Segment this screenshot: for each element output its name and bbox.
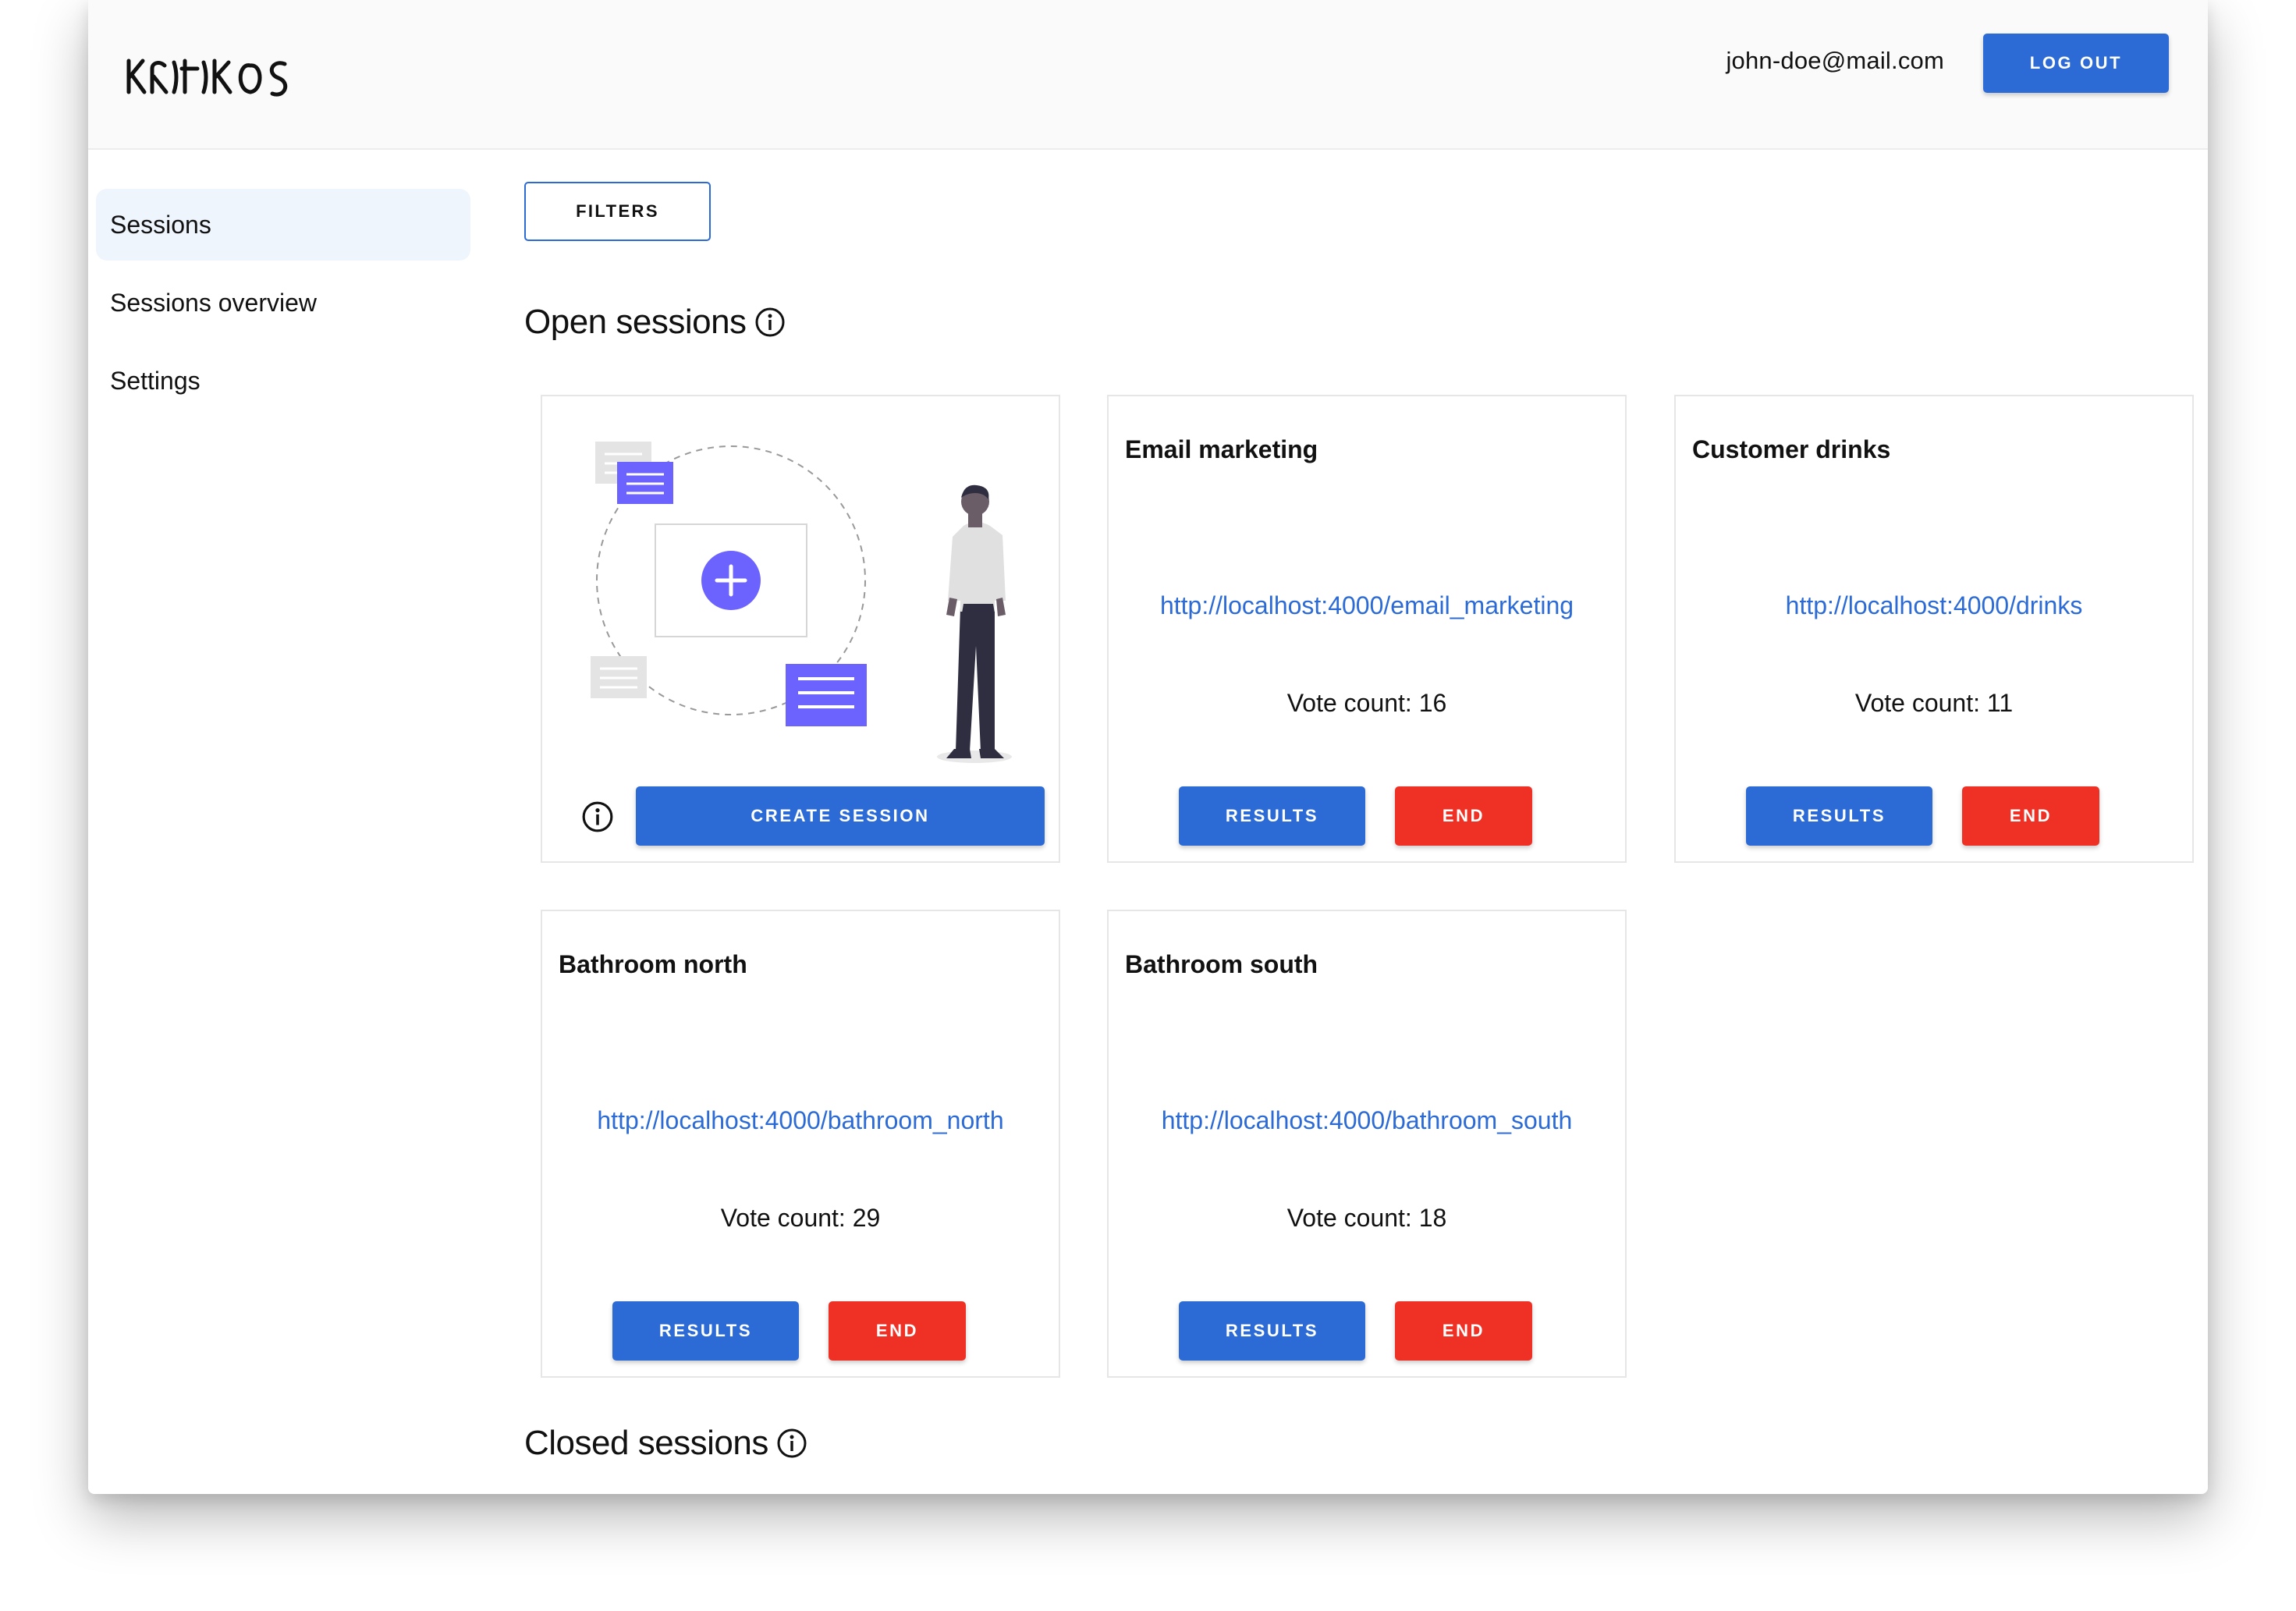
- session-card: Email marketing http://localhost:4000/em…: [1107, 395, 1627, 863]
- logout-button[interactable]: LOG OUT: [1983, 34, 2169, 93]
- end-button[interactable]: END: [1962, 786, 2099, 846]
- session-title: Email marketing: [1125, 435, 1318, 463]
- sidebar-item-settings[interactable]: Settings: [96, 345, 470, 417]
- results-button[interactable]: RESULTS: [1746, 786, 1932, 846]
- session-link[interactable]: http://localhost:4000/email_marketing: [1109, 591, 1625, 620]
- sidebar-item-label: Sessions: [110, 210, 211, 239]
- session-title: Bathroom south: [1125, 950, 1318, 978]
- info-icon[interactable]: [581, 800, 614, 833]
- session-link[interactable]: http://localhost:4000/bathroom_south: [1109, 1106, 1625, 1135]
- closed-sessions-title: Closed sessions: [524, 1424, 768, 1462]
- sidebar-item-sessions[interactable]: Sessions: [96, 189, 470, 261]
- session-card: Bathroom south http://localhost:4000/bat…: [1107, 910, 1627, 1378]
- info-icon[interactable]: [754, 307, 786, 338]
- end-button[interactable]: END: [1395, 1301, 1532, 1361]
- top-bar: john-doe@mail.com LOG OUT: [88, 0, 2208, 150]
- create-session-card: CREATE SESSION: [541, 395, 1060, 863]
- sidebar: Sessions Sessions overview Settings: [96, 189, 470, 423]
- vote-count: Vote count: 29: [720, 1204, 881, 1232]
- results-button[interactable]: RESULTS: [1179, 786, 1365, 846]
- vote-count: Vote count: 16: [1286, 689, 1447, 717]
- sidebar-item-label: Settings: [110, 366, 201, 395]
- results-button[interactable]: RESULTS: [612, 1301, 799, 1361]
- kritikos-logo[interactable]: [126, 51, 313, 103]
- end-button[interactable]: END: [829, 1301, 966, 1361]
- session-card: Bathroom north http://localhost:4000/bat…: [541, 910, 1060, 1378]
- end-button[interactable]: END: [1395, 786, 1532, 846]
- sidebar-item-sessions-overview[interactable]: Sessions overview: [96, 267, 470, 339]
- session-card: Customer drinks http://localhost:4000/dr…: [1674, 395, 2194, 863]
- session-link[interactable]: http://localhost:4000/drinks: [1676, 591, 2192, 620]
- filters-button[interactable]: FILTERS: [524, 182, 711, 241]
- user-email: john-doe@mail.com: [1726, 47, 1944, 74]
- results-button[interactable]: RESULTS: [1179, 1301, 1365, 1361]
- info-icon[interactable]: [776, 1428, 807, 1459]
- vote-count: Vote count: 11: [1854, 689, 2014, 717]
- create-session-button[interactable]: CREATE SESSION: [636, 786, 1045, 846]
- app-window: john-doe@mail.com LOG OUT Sessions Sessi…: [88, 0, 2208, 1494]
- sidebar-item-label: Sessions overview: [110, 288, 317, 317]
- session-title: Customer drinks: [1692, 435, 1891, 463]
- open-sessions-title: Open sessions: [524, 303, 747, 341]
- open-sessions-heading: Open sessions: [524, 303, 786, 342]
- vote-count: Vote count: 18: [1286, 1204, 1447, 1232]
- session-link[interactable]: http://localhost:4000/bathroom_north: [542, 1106, 1059, 1135]
- session-title: Bathroom north: [559, 950, 747, 978]
- create-session-illustration: [591, 442, 1012, 763]
- closed-sessions-heading: Closed sessions: [524, 1424, 807, 1463]
